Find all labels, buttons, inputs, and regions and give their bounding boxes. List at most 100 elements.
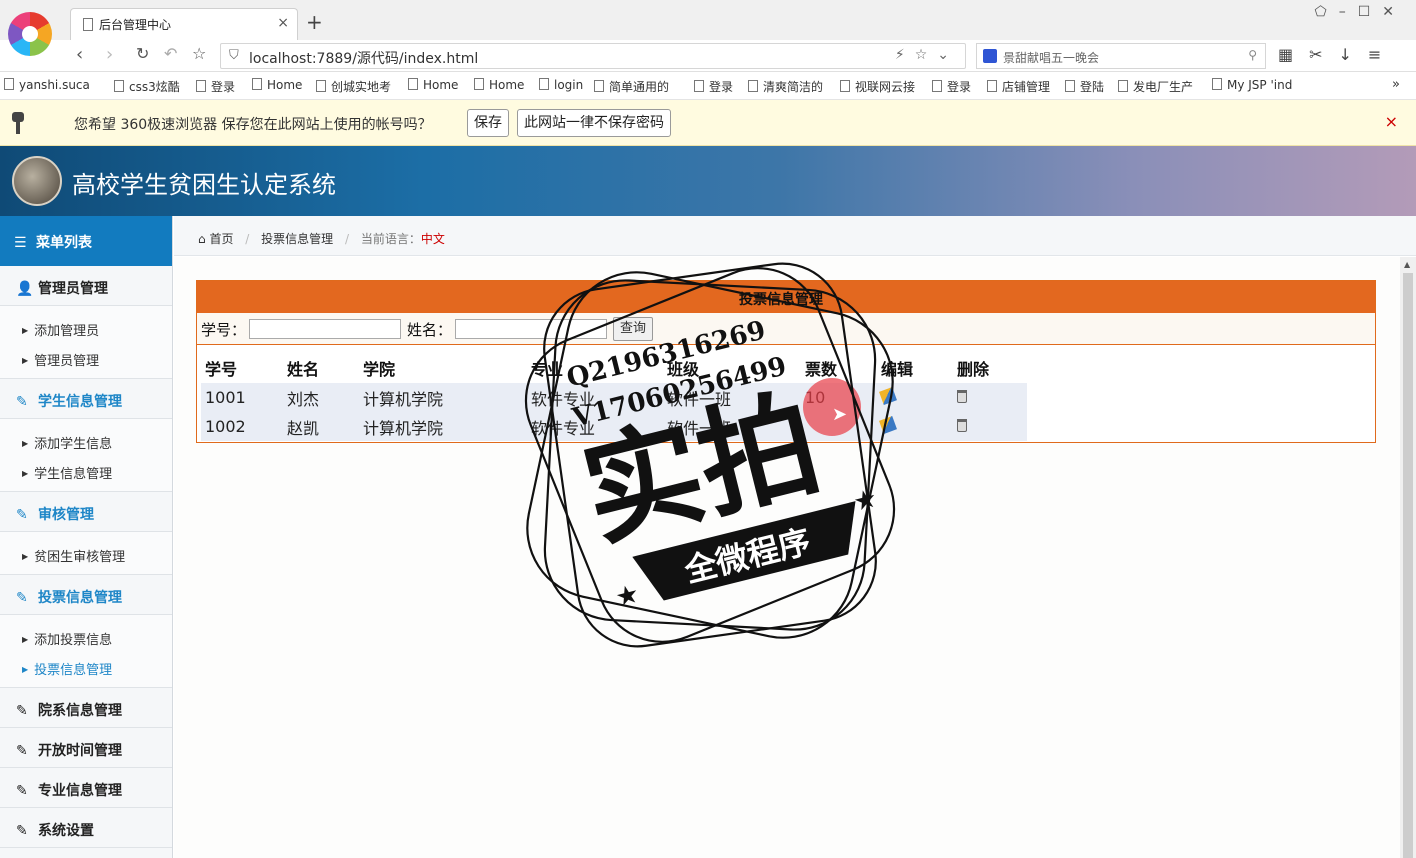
bookmark-item[interactable]: 登录 bbox=[694, 78, 733, 95]
edit-icon: ✎ bbox=[16, 394, 28, 410]
bookmark-item[interactable]: login bbox=[539, 78, 583, 92]
sidebar-item-student-manage[interactable]: ▶ 学生信息管理 bbox=[0, 456, 172, 486]
bookmark-item[interactable]: Home bbox=[408, 78, 458, 92]
new-tab-button[interactable]: + bbox=[306, 10, 323, 34]
cell-class: 软件一班 bbox=[663, 412, 801, 441]
student-id-input[interactable] bbox=[249, 319, 401, 339]
tab-close-icon[interactable]: × bbox=[277, 15, 289, 31]
search-engine-icon bbox=[983, 49, 997, 63]
sidebar-group-student[interactable]: ✎ 学生信息管理 bbox=[0, 379, 172, 419]
browser-tabbar: 后台管理中心 × + ⬠–☐✕ bbox=[0, 0, 1416, 40]
bookmark-star-icon[interactable]: ☆ bbox=[192, 44, 206, 63]
sidebar-group-vote[interactable]: ✎ 投票信息管理 bbox=[0, 575, 172, 615]
undo-icon[interactable]: ↶ bbox=[164, 44, 177, 63]
table-header-row: 学号 姓名 学院 专业 班级 票数 编辑 删除 bbox=[201, 353, 1027, 383]
sidebar-group-major[interactable]: ✎ 专业信息管理 bbox=[0, 768, 172, 808]
address-bar[interactable]: ⛉ localhost:7889/源代码/index.html ⚡☆⌄ bbox=[220, 43, 966, 69]
name-input[interactable] bbox=[455, 319, 607, 339]
edit-icon[interactable] bbox=[879, 387, 897, 405]
column-header: 学院 bbox=[363, 360, 396, 379]
bookmark-item[interactable]: Home bbox=[252, 78, 302, 92]
bookmark-item[interactable]: 发电厂生产 bbox=[1118, 78, 1193, 95]
bookmark-item[interactable]: 视联网云接 bbox=[840, 78, 915, 95]
breadcrumb-lang-value[interactable]: 中文 bbox=[421, 232, 445, 246]
sidebar-group-settings[interactable]: ✎ 系统设置 bbox=[0, 808, 172, 848]
sidebar: ☰ 菜单列表 👤 管理员管理 ▶ 添加管理员 ▶ 管理员管理 ✎ 学生信息管理 ▶ 添加学生… bbox=[0, 216, 173, 858]
bookmark-item[interactable]: My JSP 'ind bbox=[1212, 78, 1292, 92]
never-save-button[interactable]: 此网站一律不保存密码 bbox=[517, 109, 671, 137]
table-row: 1002 赵凯 计算机学院 软件专业 软件一班 bbox=[201, 412, 1027, 441]
bookmark-item[interactable]: Home bbox=[474, 78, 524, 92]
sidebar-item-label: 投票信息管理 bbox=[34, 663, 113, 678]
sidebar-item-add-vote[interactable]: ▶ 添加投票信息 bbox=[0, 622, 172, 652]
sidebar-item-poverty-review[interactable]: ▶ 贫困生审核管理 bbox=[0, 539, 172, 569]
save-button[interactable]: 保存 bbox=[467, 109, 509, 137]
search-box[interactable]: 景甜献唱五一晚会 ⚲ bbox=[976, 43, 1266, 69]
scrollbar[interactable]: ▲ bbox=[1400, 257, 1416, 858]
toolbar-icons[interactable]: ▦✂↓≡ bbox=[1278, 45, 1397, 64]
caret-right-icon: ▶ bbox=[22, 635, 29, 644]
sidebar-group-admin[interactable]: 👤 管理员管理 bbox=[0, 266, 172, 306]
sidebar-item-admin-manage[interactable]: ▶ 管理员管理 bbox=[0, 343, 172, 373]
bookmark-item[interactable]: 创城实地考 bbox=[316, 78, 391, 95]
bookmark-item[interactable]: 登录 bbox=[196, 78, 235, 95]
sidebar-group-label: 投票信息管理 bbox=[38, 590, 122, 606]
breadcrumb-section[interactable]: 投票信息管理 bbox=[261, 232, 333, 246]
query-button[interactable]: 查询 bbox=[613, 317, 654, 341]
breadcrumb: ⌂ 首页 / 投票信息管理 / 当前语言：中文 bbox=[174, 216, 1416, 256]
sidebar-group-department[interactable]: ✎ 院系信息管理 bbox=[0, 688, 172, 728]
sidebar-group-label: 院系信息管理 bbox=[38, 703, 122, 719]
window-controls[interactable]: ⬠–☐✕ bbox=[1315, 4, 1406, 20]
sidebar-group-label: 学生信息管理 bbox=[38, 394, 122, 410]
bookmark-item[interactable]: 登陆 bbox=[1065, 78, 1104, 95]
trash-icon[interactable] bbox=[957, 390, 967, 403]
column-header: 编辑 bbox=[881, 360, 914, 379]
cell-college: 计算机学院 bbox=[359, 412, 527, 441]
edit-icon: ✎ bbox=[16, 703, 28, 719]
bookmark-item[interactable]: 登录 bbox=[932, 78, 971, 95]
edit-icon: ✎ bbox=[16, 507, 28, 523]
browser-logo-icon[interactable] bbox=[8, 12, 52, 56]
scroll-up-icon[interactable]: ▲ bbox=[1404, 260, 1410, 269]
sidebar-group-open-time[interactable]: ✎ 开放时间管理 bbox=[0, 728, 172, 768]
browser-tab[interactable]: 后台管理中心 × bbox=[70, 8, 298, 40]
bookmark-item[interactable]: 简单通用的 bbox=[594, 78, 669, 95]
breadcrumb-home[interactable]: 首页 bbox=[209, 232, 233, 246]
close-icon[interactable]: × bbox=[1385, 112, 1398, 131]
sidebar-item-vote-manage[interactable]: ▶ 投票信息管理 bbox=[0, 652, 172, 682]
caret-right-icon: ▶ bbox=[22, 469, 29, 478]
trash-icon[interactable] bbox=[957, 419, 967, 432]
sidebar-group-review[interactable]: ✎ 审核管理 bbox=[0, 492, 172, 532]
bookmark-item[interactable]: css3炫酷 bbox=[114, 78, 180, 95]
search-icon[interactable]: ⚲ bbox=[1248, 48, 1257, 62]
student-id-label: 学号： bbox=[201, 321, 247, 339]
edit-icon[interactable] bbox=[879, 416, 897, 434]
caret-right-icon: ▶ bbox=[22, 356, 29, 365]
cell-class: 软件一班 bbox=[663, 383, 801, 412]
breadcrumb-separator: / bbox=[345, 232, 350, 246]
reload-icon[interactable]: ↻ bbox=[136, 44, 149, 63]
panel-title: 投票信息管理 bbox=[739, 292, 823, 308]
menu-title: 菜单列表 bbox=[36, 235, 92, 251]
bookmarks-more-icon[interactable]: » bbox=[1392, 77, 1400, 92]
bookmark-item[interactable]: yanshi.suca bbox=[4, 78, 90, 92]
user-icon: 👤 bbox=[16, 281, 34, 297]
scrollbar-thumb[interactable] bbox=[1403, 273, 1413, 858]
sidebar-item-label: 添加学生信息 bbox=[34, 437, 113, 452]
search-input[interactable]: 景甜献唱五一晚会 bbox=[1003, 49, 1099, 66]
url-text[interactable]: localhost:7889/源代码/index.html bbox=[249, 48, 478, 68]
sidebar-item-add-student[interactable]: ▶ 添加学生信息 bbox=[0, 426, 172, 456]
back-icon[interactable]: ‹ bbox=[76, 44, 83, 65]
table-row: 1001 刘杰 计算机学院 软件专业 软件一班 10 bbox=[201, 383, 1027, 412]
cell-name: 赵凯 bbox=[283, 412, 359, 441]
sidebar-group-label: 专业信息管理 bbox=[38, 783, 122, 799]
save-password-bar: 您希望 360极速浏览器 保存您在此网站上使用的帐号吗？ 保存 此网站一律不保存… bbox=[0, 100, 1416, 146]
sidebar-item-add-admin[interactable]: ▶ 添加管理员 bbox=[0, 313, 172, 343]
cell-major: 软件专业 bbox=[527, 383, 663, 412]
column-header: 删除 bbox=[957, 360, 990, 379]
bookmark-item[interactable]: 店铺管理 bbox=[987, 78, 1050, 95]
address-bar-icons[interactable]: ⚡☆⌄ bbox=[895, 47, 959, 63]
panel-header: 投票信息管理 bbox=[197, 281, 1375, 313]
bookmark-item[interactable]: 清爽简洁的 bbox=[748, 78, 823, 95]
forward-icon[interactable]: › bbox=[106, 44, 113, 65]
